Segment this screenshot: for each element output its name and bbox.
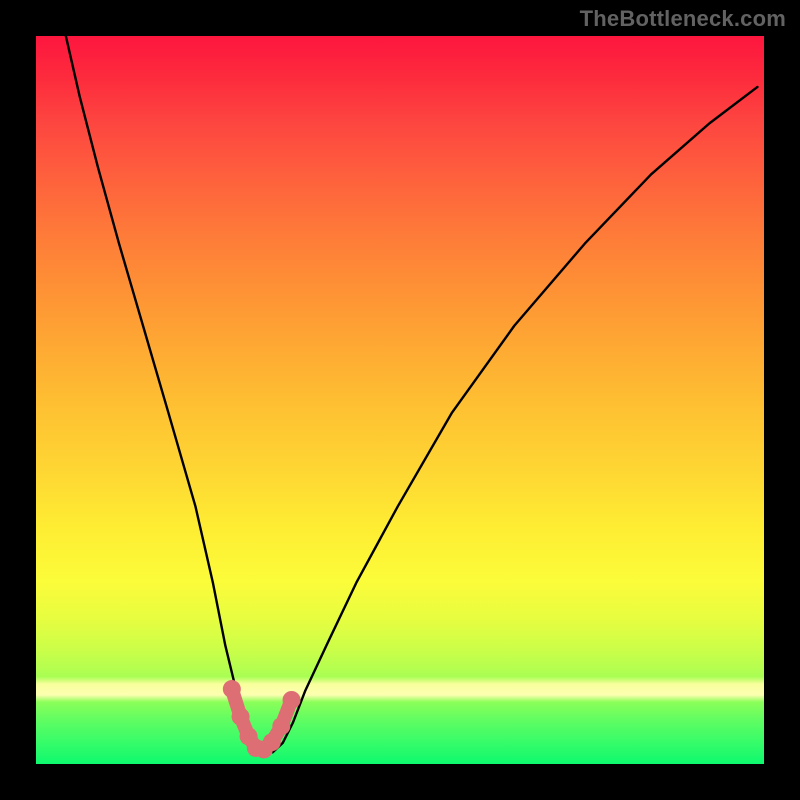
- plot-area: [36, 36, 764, 764]
- marker-dot: [232, 708, 250, 726]
- watermark-text: TheBottleneck.com: [580, 6, 786, 32]
- marker-dot: [283, 691, 301, 709]
- marker-dot: [272, 717, 290, 735]
- bottleneck-curve: [66, 36, 758, 752]
- marker-dot: [223, 680, 241, 698]
- curve-layer: [36, 36, 764, 764]
- chart-container: TheBottleneck.com: [0, 0, 800, 800]
- marker-dot: [263, 733, 281, 751]
